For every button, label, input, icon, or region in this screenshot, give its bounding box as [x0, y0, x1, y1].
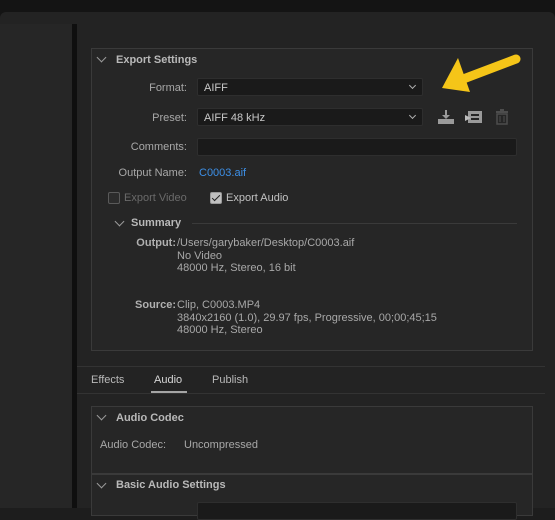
- audio-codec-title: Audio Codec: [116, 412, 184, 424]
- summary-output-label: Output:: [136, 237, 176, 249]
- summary-source-details: Clip, C0003.MP4 3840x2160 (1.0), 29.97 f…: [177, 299, 437, 337]
- basic-audio-dropdown[interactable]: [197, 502, 517, 520]
- summary-output-line: No Video: [177, 249, 223, 262]
- tabs-bottom-border: [77, 393, 545, 394]
- output-name-link[interactable]: C0003.aif: [199, 167, 246, 179]
- preset-value: AIFF 48 kHz: [204, 112, 266, 124]
- summary-source-line: 3840x2160 (1.0), 29.97 fps, Progressive,…: [177, 311, 437, 324]
- save-preset-icon[interactable]: [437, 109, 455, 125]
- export-video-label: Export Video: [124, 192, 187, 204]
- output-name-label: Output Name:: [118, 167, 187, 179]
- summary-output-line: 48000 Hz, Stereo, 16 bit: [177, 262, 296, 274]
- chevron-down-icon: [408, 81, 417, 90]
- tab-publish[interactable]: Publish: [212, 374, 248, 386]
- comments-input[interactable]: [197, 138, 517, 156]
- tabs-top-border: [77, 366, 545, 367]
- summary-output-line: /Users/garybaker/Desktop/C0003.aif: [177, 237, 355, 249]
- export-settings-title: Export Settings: [116, 54, 198, 66]
- format-dropdown[interactable]: AIFF: [197, 78, 423, 96]
- format-label: Format:: [149, 82, 187, 94]
- tab-effects[interactable]: Effects: [91, 374, 124, 386]
- annotation-arrow-icon: [442, 54, 521, 92]
- summary-source-line: 48000 Hz, Stereo: [177, 324, 263, 336]
- audio-codec-value: Uncompressed: [184, 439, 258, 451]
- summary-source-label: Source:: [135, 299, 176, 311]
- import-preset-icon[interactable]: [465, 109, 483, 125]
- summary-title: Summary: [131, 217, 182, 229]
- export-video-checkbox[interactable]: [108, 192, 120, 204]
- summary-source-line: Clip, C0003.MP4: [177, 299, 261, 311]
- comments-label: Comments:: [130, 141, 187, 153]
- preset-dropdown[interactable]: AIFF 48 kHz: [197, 108, 423, 126]
- export-audio-label: Export Audio: [226, 192, 289, 204]
- delete-preset-icon[interactable]: [495, 109, 509, 125]
- summary-output-details: /Users/garybaker/Desktop/C0003.aif No Vi…: [177, 237, 354, 275]
- tab-audio[interactable]: Audio: [154, 374, 182, 386]
- audio-codec-label: Audio Codec:: [100, 439, 167, 451]
- basic-audio-settings-title: Basic Audio Settings: [116, 479, 226, 491]
- chevron-down-icon: [408, 111, 417, 120]
- summary-divider: [192, 223, 517, 224]
- panel-divider[interactable]: [72, 24, 77, 508]
- format-value: AIFF: [204, 82, 228, 94]
- source-preview-panel: [0, 24, 72, 508]
- preset-label: Preset:: [152, 112, 187, 124]
- export-audio-checkbox[interactable]: [210, 192, 222, 204]
